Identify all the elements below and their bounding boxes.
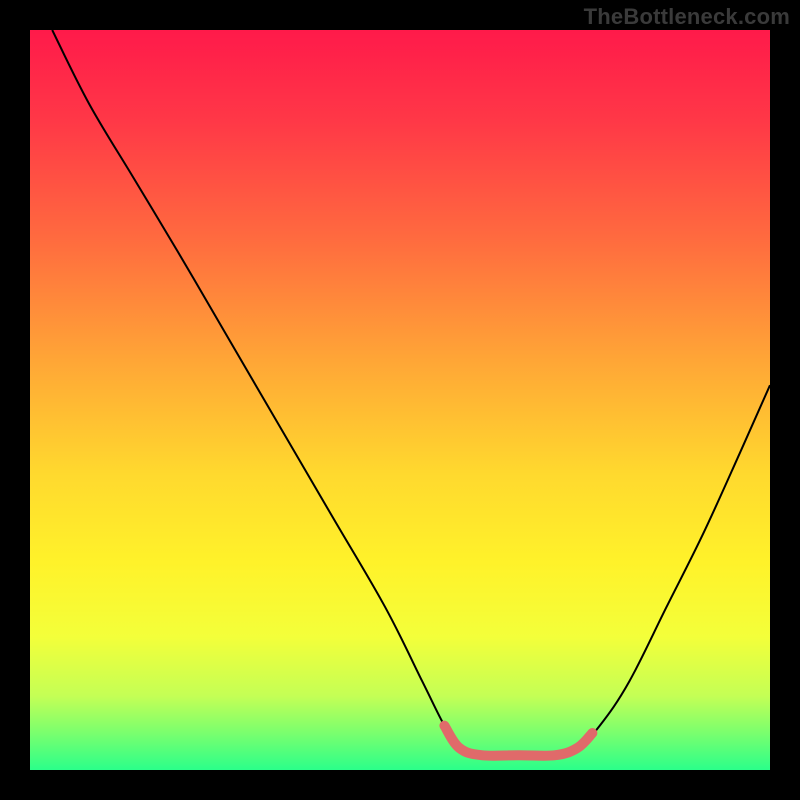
chart-background xyxy=(30,30,770,770)
watermark-text: TheBottleneck.com xyxy=(584,4,790,30)
plot-area xyxy=(30,30,770,770)
chart-container: TheBottleneck.com xyxy=(0,0,800,800)
chart-svg xyxy=(30,30,770,770)
